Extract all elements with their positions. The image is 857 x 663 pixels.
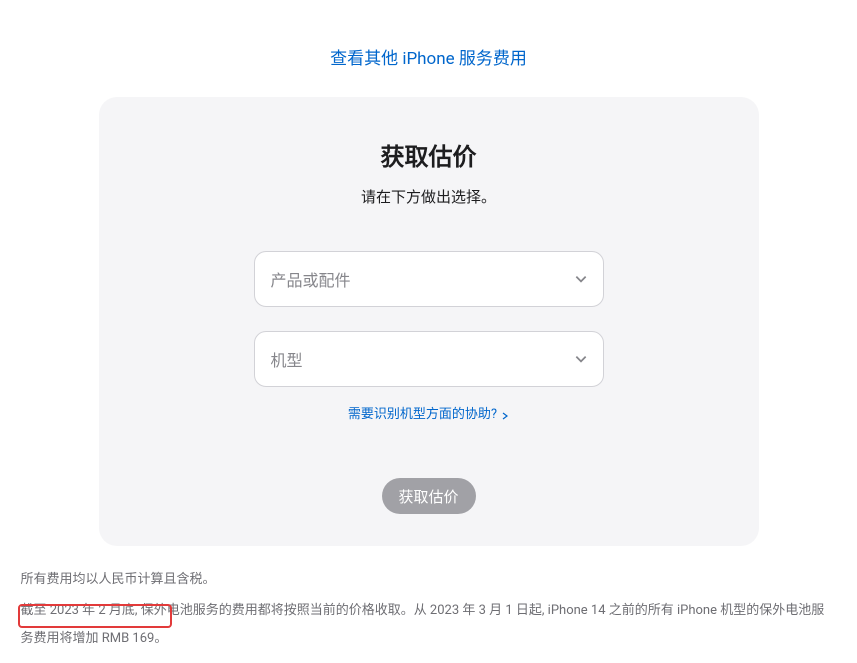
chevron-right-icon	[501, 409, 509, 417]
footnote-tax: 所有费用均以人民币计算且含税。	[21, 566, 837, 593]
product-select-placeholder: 产品或配件	[271, 267, 351, 291]
footnotes: 所有费用均以人民币计算且含税。 截至 2023 年 2 月底, 保外电池服务的费…	[11, 566, 847, 652]
get-estimate-button[interactable]: 获取估价	[382, 478, 476, 514]
footnote-price-change: 截至 2023 年 2 月底, 保外电池服务的费用都将按照当前的价格收取。从 2…	[21, 597, 837, 652]
other-service-fees-link[interactable]: 查看其他 iPhone 服务费用	[330, 49, 527, 69]
card-title: 获取估价	[139, 137, 719, 172]
model-select-placeholder: 机型	[271, 347, 303, 371]
estimate-card: 获取估价 请在下方做出选择。 产品或配件 机型 需要识别机型方面的协助? 获取估…	[99, 97, 759, 546]
model-select[interactable]: 机型	[254, 331, 604, 387]
help-link-label: 需要识别机型方面的协助?	[348, 403, 497, 422]
identify-model-help-link[interactable]: 需要识别机型方面的协助?	[348, 403, 509, 422]
product-select[interactable]: 产品或配件	[254, 251, 604, 307]
card-subtitle: 请在下方做出选择。	[139, 186, 719, 207]
